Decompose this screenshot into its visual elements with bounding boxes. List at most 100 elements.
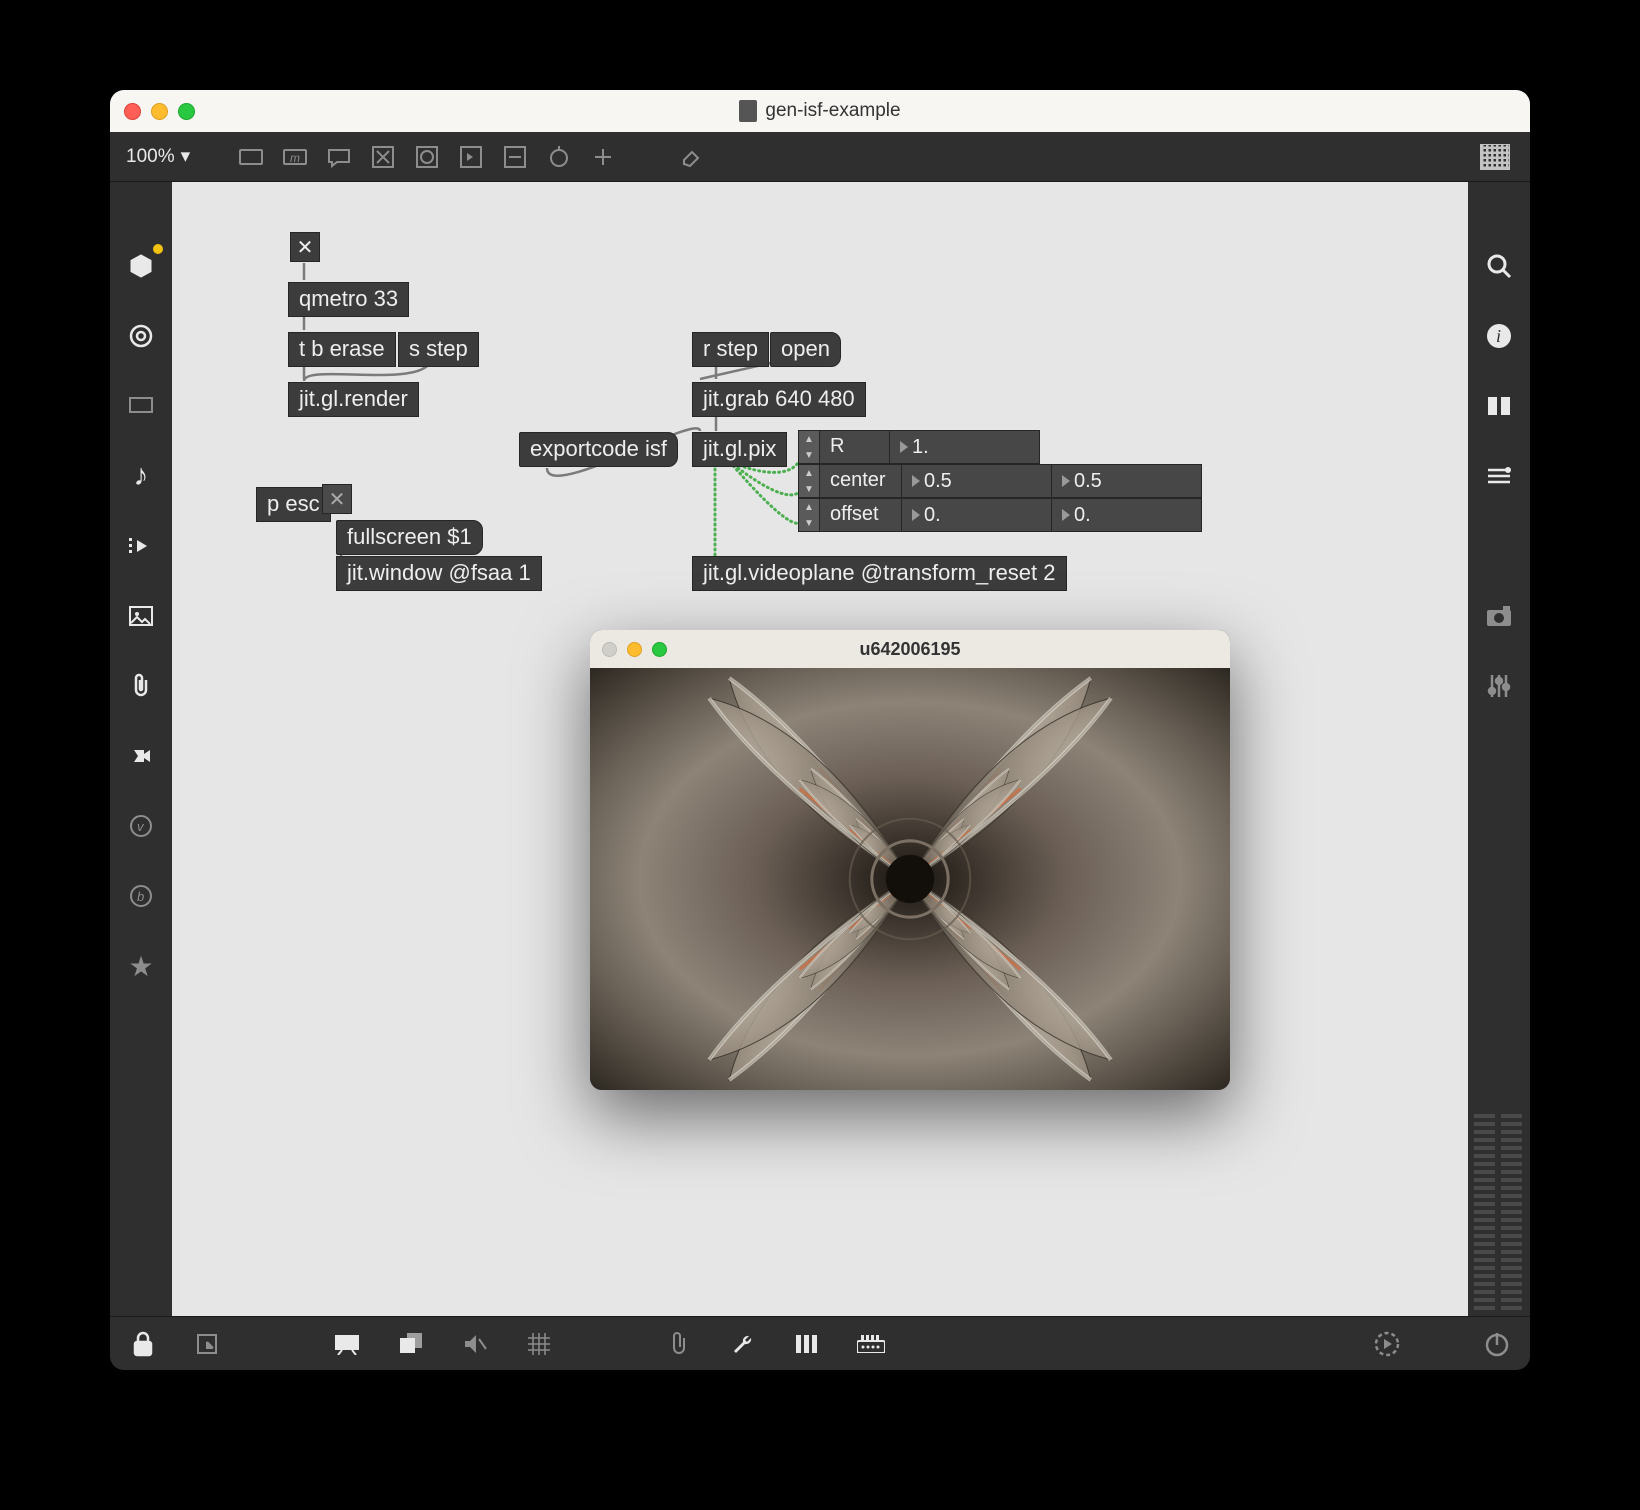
notification-dot [153,244,163,254]
jit-gl-pix-object[interactable]: jit.gl.pix [692,432,787,467]
attrui-value-2[interactable]: 0.5 [1052,464,1202,498]
qmetro-object[interactable]: qmetro 33 [288,282,409,317]
favorite-button[interactable]: ★ [121,946,161,986]
top-toolbar: 100% ▾ m [110,132,1530,182]
triangle-icon [912,475,920,487]
attrui-R[interactable]: ▲▼ R 1. [798,430,1040,464]
exportcode-message[interactable]: exportcode isf [519,432,678,467]
new-button-button[interactable] [408,140,446,174]
paint-button[interactable] [674,140,712,174]
left-sidebar: ♪ v b ★ [110,182,172,1316]
jitter-minimize-button[interactable] [627,642,642,657]
attrui-center[interactable]: ▲▼ center 0.5 0.5 [798,464,1202,498]
svg-text:i: i [1496,326,1501,346]
toggle-object-2[interactable]: ✕ [322,484,352,514]
toggle-x-icon: ✕ [297,235,314,260]
traffic-lights [124,103,195,120]
window-title-text: gen-isf-example [765,100,900,122]
search-button[interactable] [1479,246,1519,286]
close-button[interactable] [124,103,141,120]
chevron-down-icon: ▾ [181,145,191,168]
attrui-value-1[interactable]: 0.5 [902,464,1052,498]
svg-text:b: b [137,889,144,904]
titlebar: gen-isf-example [110,90,1530,132]
window-title: gen-isf-example [110,100,1530,122]
select-button[interactable] [188,1325,226,1363]
attrui-value-2[interactable]: 0. [1052,498,1202,532]
jit-window-object[interactable]: jit.window @fsaa 1 [336,556,542,591]
jit-gl-render-object[interactable]: jit.gl.render [288,382,419,417]
jit-gl-videoplane-object[interactable]: jit.gl.videoplane @transform_reset 2 [692,556,1067,591]
zoom-label: 100% [126,146,175,168]
mixer-button[interactable] [1479,666,1519,706]
copy-button[interactable] [392,1325,430,1363]
svg-text:m: m [290,151,300,165]
plugin-button[interactable] [121,736,161,776]
triangle-icon [912,509,920,521]
fullscreen-message[interactable]: fullscreen $1 [336,520,483,555]
calendar-grid-button[interactable] [1476,140,1514,174]
toggle-object[interactable]: ✕ [290,232,320,262]
new-flonum-button[interactable] [496,140,534,174]
b-button[interactable]: b [121,876,161,916]
wrench-button[interactable] [724,1325,762,1363]
new-message-button[interactable]: m [276,140,314,174]
image-button[interactable] [121,596,161,636]
attrui-arrow-icon[interactable]: ▲▼ [798,498,820,532]
grid-toggle-button[interactable] [520,1325,558,1363]
jitter-traffic-lights [602,642,667,657]
attrui-arrow-icon[interactable]: ▲▼ [798,464,820,498]
dsp-button[interactable] [1368,1325,1406,1363]
jitter-window-title: u642006195 [590,639,1230,660]
power-button[interactable] [1478,1325,1516,1363]
target-button[interactable] [121,316,161,356]
mute-button[interactable] [456,1325,494,1363]
audio-meters [1474,1110,1522,1310]
new-comment-button[interactable] [320,140,358,174]
jitter-zoom-button[interactable] [652,642,667,657]
trigger-object[interactable]: t b erase [288,332,396,367]
jitter-close-button[interactable] [602,642,617,657]
lock-button[interactable] [124,1325,162,1363]
audio-button[interactable]: ♪ [121,456,161,496]
p-esc-object[interactable]: p esc [256,487,331,522]
send-step-object[interactable]: s step [398,332,479,367]
new-dial-button[interactable] [540,140,578,174]
attrui-name: center [820,464,902,498]
grid-icon [1480,144,1510,170]
package-manager-button[interactable] [121,246,161,286]
attach-button[interactable] [660,1325,698,1363]
receive-step-object[interactable]: r step [692,332,769,367]
new-number-button[interactable] [452,140,490,174]
split-button[interactable] [1479,386,1519,426]
v-button[interactable]: v [121,806,161,846]
play-button[interactable] [121,526,161,566]
info-button[interactable]: i [1479,316,1519,356]
file-icon [739,100,757,122]
panel-button[interactable] [121,386,161,426]
attrui-value[interactable]: 1. [890,430,1040,464]
bottom-toolbar [110,1316,1530,1370]
triangle-icon [900,441,908,453]
piano-button[interactable] [788,1325,826,1363]
new-toggle-button[interactable] [364,140,402,174]
open-message[interactable]: open [770,332,841,367]
list-button[interactable] [1479,456,1519,496]
attrui-name: offset [820,498,902,532]
jitter-output-window[interactable]: u642006195 [590,630,1230,1090]
presentation-button[interactable] [328,1325,366,1363]
zoom-button[interactable] [178,103,195,120]
new-object-button[interactable] [232,140,270,174]
attrui-arrow-icon[interactable]: ▲▼ [798,430,820,464]
add-button[interactable] [584,140,622,174]
meter-left [1474,1110,1495,1310]
zoom-dropdown[interactable]: 100% ▾ [126,145,200,168]
jit-grab-object[interactable]: jit.grab 640 480 [692,382,866,417]
attrui-value-1[interactable]: 0. [902,498,1052,532]
attachment-button[interactable] [121,666,161,706]
keyboard-button[interactable] [852,1325,890,1363]
jitter-video-output [590,668,1230,1090]
attrui-offset[interactable]: ▲▼ offset 0. 0. [798,498,1202,532]
minimize-button[interactable] [151,103,168,120]
camera-button[interactable] [1479,596,1519,636]
